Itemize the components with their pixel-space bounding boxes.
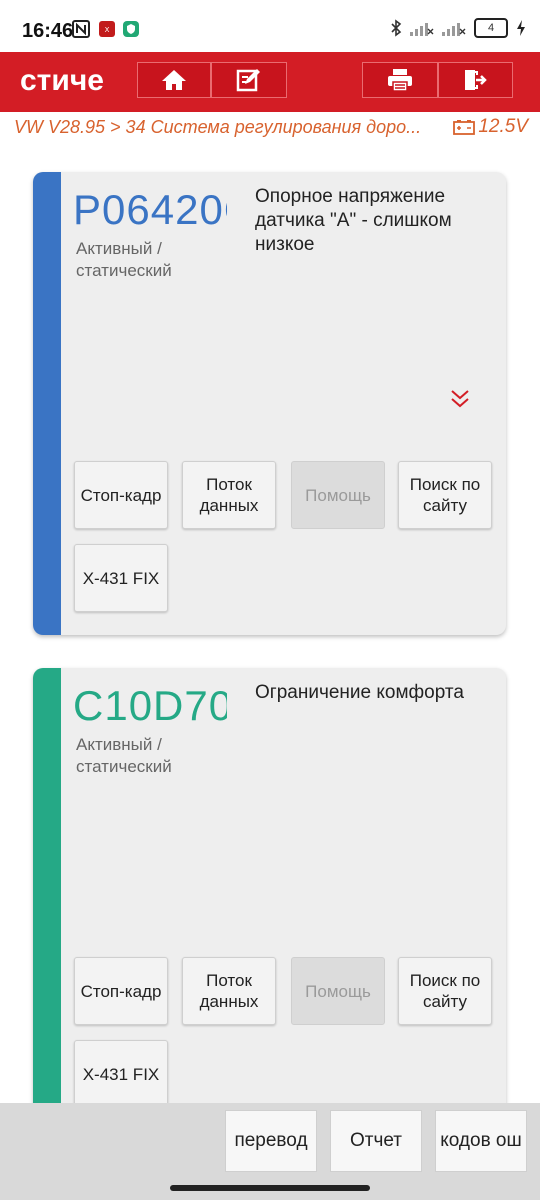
help-button[interactable]: Помощь (291, 461, 385, 529)
signal-icon-2 (442, 23, 466, 36)
svg-text:X: X (105, 26, 110, 34)
help-button[interactable]: Помощь (291, 957, 385, 1025)
status-bar: 16:46 X 4 (0, 0, 540, 52)
dtc-description: Опорное напряжение датчика "A" - слишком… (255, 186, 452, 255)
edit-icon (236, 69, 260, 92)
battery-level: 4 (487, 22, 495, 34)
dtc-status: Активный / статический (76, 239, 172, 280)
clear-codes-button[interactable]: кодов ош (435, 1110, 527, 1172)
x431-fix-button[interactable]: X-431 FIX (74, 1040, 168, 1108)
car-battery-icon (453, 120, 476, 135)
signal-icon (410, 23, 434, 36)
edit-button[interactable] (211, 62, 287, 98)
gesture-nav-handle[interactable] (170, 1185, 370, 1191)
data-stream-button[interactable]: Поток данных (182, 461, 276, 529)
dtc-description: Ограничение комфорта (255, 682, 464, 703)
home-button[interactable] (137, 62, 211, 98)
print-button[interactable] (362, 62, 438, 98)
status-time: 16:46 (22, 20, 74, 42)
dtc-status: Активный / статический (76, 735, 172, 776)
dtc-code: C10D700 (73, 682, 227, 729)
report-button[interactable]: Отчет (330, 1110, 422, 1172)
shield-icon (123, 21, 139, 37)
freeze-frame-button[interactable]: Стоп-кадр (74, 957, 168, 1025)
charging-icon (517, 20, 525, 36)
app-toolbar: стиче (0, 52, 540, 112)
app-notification-icon: X (99, 21, 115, 37)
data-stream-button[interactable]: Поток данных (182, 957, 276, 1025)
dtc-card: C10D700 Активный / статический Ограничен… (33, 668, 506, 1138)
translate-button[interactable]: перевод (225, 1110, 317, 1172)
exit-icon (464, 70, 487, 90)
status-right: 4 (390, 18, 526, 38)
web-search-button[interactable]: Поиск по сайту (398, 957, 492, 1025)
card-accent-stripe (33, 668, 61, 1138)
web-search-button[interactable]: Поиск по сайту (398, 461, 492, 529)
x431-fix-button[interactable]: X-431 FIX (74, 544, 168, 612)
breadcrumb: VW V28.95 > 34 Система регулирования дор… (0, 112, 540, 142)
nfc-icon (72, 20, 90, 38)
freeze-frame-button[interactable]: Стоп-кадр (74, 461, 168, 529)
battery-icon: 4 (474, 18, 508, 38)
toolbar-title: стиче (20, 64, 104, 97)
exit-button[interactable] (438, 62, 513, 98)
print-icon (388, 69, 412, 92)
card-accent-stripe (33, 172, 61, 635)
voltage-value: 12.5V (478, 116, 528, 137)
expand-chevron-icon[interactable] (449, 387, 471, 411)
breadcrumb-path: VW V28.95 > 34 Система регулирования дор… (14, 117, 422, 137)
dtc-card: P06420C Активный / статический Опорное н… (33, 172, 506, 635)
bluetooth-icon (391, 19, 402, 37)
home-icon (162, 70, 186, 90)
dtc-code: P06420C (73, 186, 227, 233)
voltage-indicator: 12.5V (453, 116, 528, 138)
